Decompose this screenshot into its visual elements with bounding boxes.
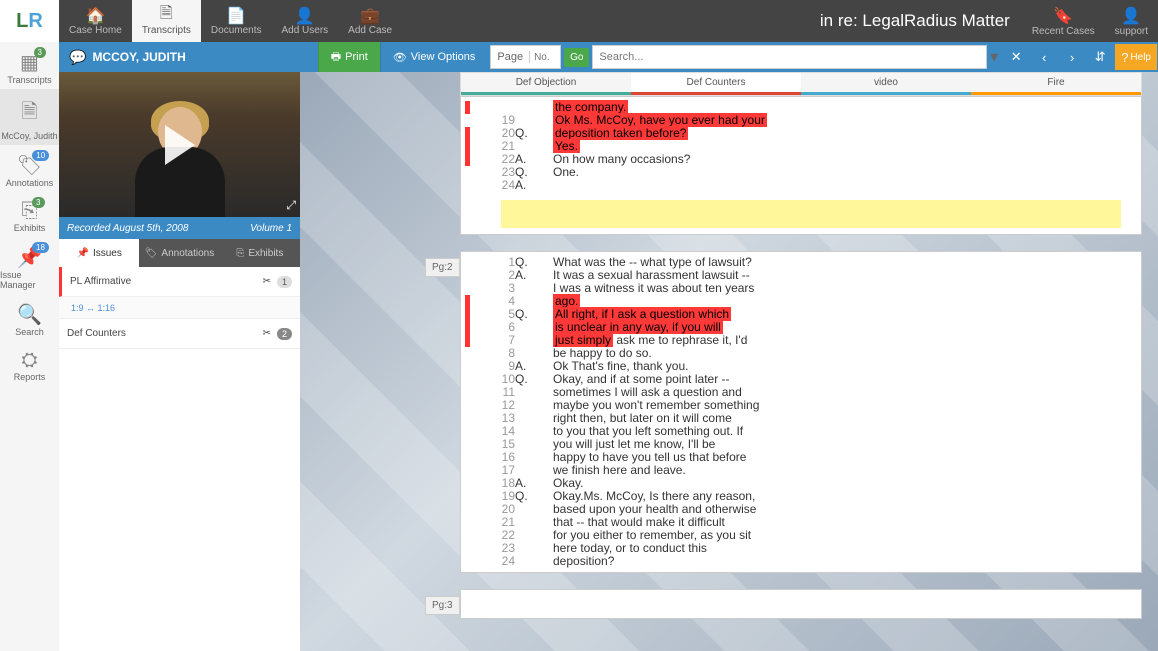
close-button[interactable]: ✕ — [1003, 44, 1029, 70]
rail-reports[interactable]: ⛭Reports — [0, 341, 59, 386]
print-icon: 🖶 — [331, 48, 341, 67]
side-panel: ⤢ Recorded August 5th, 2008Volume 1 📌Iss… — [59, 72, 300, 651]
sub-header: 💬MCCOY, JUDITH 🖶Print 👁View Options Page… — [59, 42, 1158, 72]
next-button[interactable]: › — [1059, 44, 1085, 70]
exhibit-icon: ⎘3 — [22, 200, 38, 223]
transcript-line[interactable]: One. — [553, 166, 1129, 179]
print-button[interactable]: 🖶Print — [318, 42, 380, 72]
tab-exhibits[interactable]: ⎘Exhibits — [220, 239, 300, 267]
pin-icon: 📌 — [76, 248, 88, 259]
chat-icon: 💬 — [69, 49, 86, 66]
nav-transcripts[interactable]: 🗎Transcripts — [132, 0, 201, 42]
search-icon: 🔍 — [17, 302, 42, 327]
logo[interactable]: LR — [0, 0, 59, 42]
support-menu[interactable]: 👤support — [1105, 4, 1158, 39]
transcript-line[interactable]: I was a witness it was about ten years — [553, 282, 1129, 295]
transcript-body[interactable] — [461, 590, 1141, 598]
transcript-page: Pg:3 — [460, 589, 1142, 619]
grid-icon: ▦3 — [20, 50, 39, 75]
eye-icon: 👁 — [393, 51, 407, 64]
transcript-line[interactable]: deposition taken before? — [553, 127, 1129, 140]
transcript-scroll[interactable]: Def Objection Def Counters video Fire 19… — [300, 72, 1158, 651]
page-input[interactable] — [530, 52, 560, 63]
scissors-icon: ✂ — [263, 328, 271, 339]
nav-add-users[interactable]: 👤Add Users — [271, 0, 338, 42]
left-rail: ▦3Transcripts 🗎McCoy, Judith 🏷10Annotati… — [0, 42, 59, 651]
transcript-body[interactable]: 1 2 3 4 5 6 7 8 9 10 11 12 13 14 15 16 1… — [461, 252, 1141, 572]
cat-def-counters[interactable]: Def Counters — [631, 73, 801, 95]
rail-exhibits[interactable]: ⎘3Exhibits — [0, 192, 59, 237]
briefcase-icon: 💼 — [360, 7, 380, 25]
tab-annotations[interactable]: 🏷Annotations — [139, 239, 219, 267]
exhibit-icon: ⎘ — [236, 248, 244, 259]
rail-annotations[interactable]: 🏷10Annotations — [0, 145, 59, 192]
recent-cases[interactable]: 🔖Recent Cases — [1022, 4, 1105, 39]
search-wrap — [592, 45, 987, 69]
close-icon: ✕ — [1011, 49, 1022, 65]
issue-pl-affirmative[interactable]: PL Affirmative ✂1 — [59, 267, 300, 297]
go-button[interactable]: Go — [564, 48, 589, 67]
matter-title: in re: LegalRadius Matter — [820, 11, 1022, 31]
issue-range[interactable]: 1:9 ↔ 1:16 — [59, 297, 300, 319]
nav-documents[interactable]: 📄Documents — [201, 0, 272, 42]
transcript-line[interactable]: here today, or to conduct this — [553, 542, 1129, 555]
transcript-page: Pg:2 1 2 3 4 5 6 7 8 9 10 11 12 13 14 15… — [460, 251, 1142, 573]
help-icon: ? — [1121, 50, 1128, 65]
tag-icon: 🏷 — [145, 248, 158, 259]
tag-icon: 🏷10 — [17, 153, 42, 178]
expand-icon[interactable]: ⤢ — [286, 198, 296, 213]
reports-icon: ⛭ — [22, 349, 38, 372]
sort-button[interactable]: ⇵ — [1087, 44, 1113, 70]
transcript-icon: 🗎 — [160, 7, 173, 25]
scissors-icon: ✂ — [263, 276, 271, 287]
bookmark-icon: 🔖 — [1053, 6, 1073, 26]
sort-icon: ⇵ — [1095, 49, 1106, 65]
witness-name: 💬MCCOY, JUDITH — [59, 49, 196, 66]
cat-fire[interactable]: Fire — [971, 73, 1141, 95]
page-jump: Page — [490, 45, 561, 69]
rail-search[interactable]: 🔍Search — [0, 294, 59, 341]
page-label: Pg:3 — [425, 596, 460, 615]
nav-add-case[interactable]: 💼Add Case — [338, 0, 402, 42]
document-icon: 📄 — [226, 7, 246, 25]
transcript-icon: 🗎 — [21, 97, 37, 131]
tab-issues[interactable]: 📌Issues — [59, 239, 139, 267]
transcript-body[interactable]: 19 20 21 22 23 24 Q. A. Q. A. the compan… — [461, 97, 1141, 196]
transcript-line[interactable]: we finish here and leave. — [553, 464, 1129, 477]
user-circle-icon: 👤 — [1121, 6, 1141, 26]
issue-def-counters[interactable]: Def Counters ✂2 — [59, 319, 300, 349]
home-icon: 🏠 — [85, 7, 105, 25]
rail-witness[interactable]: 🗎McCoy, Judith — [0, 89, 59, 145]
transcript-line[interactable]: deposition? — [553, 555, 1129, 568]
transcript-line[interactable]: On how many occasions? — [553, 153, 1129, 166]
video-player[interactable]: ⤢ — [59, 72, 300, 217]
rail-issue-manager[interactable]: 📌18Issue Manager — [0, 237, 59, 294]
top-navbar: LR 🏠Case Home 🗎Transcripts 📄Documents 👤A… — [0, 0, 1158, 42]
video-info: Recorded August 5th, 2008Volume 1 — [59, 217, 300, 239]
category-tabs: Def Objection Def Counters video Fire — [460, 72, 1142, 96]
annotation-note[interactable] — [501, 200, 1121, 228]
cat-def-objection[interactable]: Def Objection — [461, 73, 631, 95]
page-label: Pg:2 — [425, 258, 460, 277]
help-button[interactable]: ?Help — [1115, 44, 1157, 70]
cat-video[interactable]: video — [801, 73, 971, 95]
search-input[interactable] — [592, 45, 987, 69]
play-icon[interactable] — [165, 125, 195, 165]
view-options-button[interactable]: 👁View Options — [380, 42, 488, 72]
nav-case-home[interactable]: 🏠Case Home — [59, 0, 132, 42]
chevron-right-icon: › — [1070, 50, 1074, 65]
transcript-page: 19 20 21 22 23 24 Q. A. Q. A. the compan… — [460, 96, 1142, 235]
user-icon: 👤 — [295, 7, 315, 25]
chevron-left-icon: ‹ — [1042, 50, 1046, 65]
main-content: Def Objection Def Counters video Fire 19… — [300, 72, 1158, 651]
side-tabs: 📌Issues 🏷Annotations ⎘Exhibits — [59, 239, 300, 267]
pin-icon: 📌18 — [17, 245, 42, 270]
rail-transcripts[interactable]: ▦3Transcripts — [0, 42, 59, 89]
prev-button[interactable]: ‹ — [1031, 44, 1057, 70]
search-dropdown[interactable]: ▾ — [990, 47, 998, 67]
